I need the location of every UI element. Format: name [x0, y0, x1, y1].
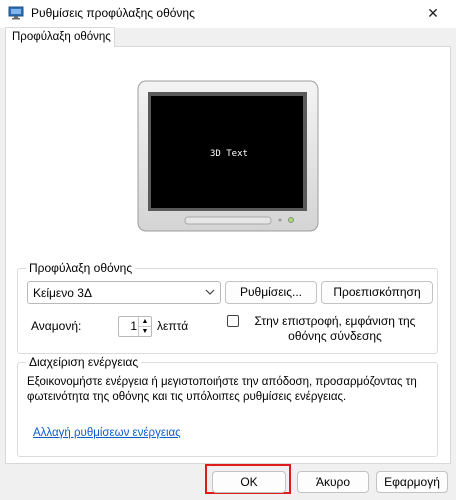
- window-title: Ρυθμίσεις προφύλαξης οθόνης: [31, 6, 195, 20]
- cancel-button-label: Άκυρο: [315, 475, 351, 489]
- saver-preview-text: 3D Text: [210, 149, 248, 159]
- screensaver-group-label: Προφύλαξη οθόνης: [29, 261, 133, 275]
- close-button[interactable]: ✕: [410, 0, 456, 28]
- tab-label: Προφύλαξη οθόνης: [12, 31, 111, 43]
- display-settings-icon: [8, 6, 24, 20]
- power-group-label: Διαχείριση ενέργειας: [29, 355, 139, 369]
- ok-button-label: OK: [240, 475, 258, 489]
- chevron-down-icon: [205, 289, 215, 295]
- change-power-settings-link[interactable]: Αλλαγή ρυθμίσεων ενέργειας: [33, 427, 181, 439]
- wait-unit-label: λεπτά: [157, 319, 189, 333]
- stepper-down-button[interactable]: ▼: [138, 326, 151, 336]
- screensaver-select-value: Κείμενο 3Δ: [33, 286, 92, 300]
- ok-button[interactable]: OK: [212, 471, 286, 493]
- power-management-group: Διαχείριση ενέργειας: [17, 355, 438, 457]
- preview-button[interactable]: Προεπισκόπηση: [321, 281, 433, 304]
- settings-button-label: Ρυθμίσεις...: [239, 285, 303, 299]
- resume-logon-checkbox[interactable]: [227, 315, 239, 327]
- wait-minutes-stepper[interactable]: 1 ▲ ▼: [118, 316, 152, 337]
- title-bar: Ρυθμίσεις προφύλαξης οθόνης ✕: [0, 0, 456, 28]
- power-description: Εξοικονομήστε ενέργεια ή μεγιστοποιήστε …: [27, 376, 417, 403]
- apply-button-label: Εφαρμογή: [384, 475, 440, 489]
- close-icon: ✕: [427, 5, 439, 21]
- resume-logon-label[interactable]: Στην επιστροφή, εμφάνιση της οθόνης σύνδ…: [240, 314, 430, 344]
- settings-button[interactable]: Ρυθμίσεις...: [225, 281, 317, 304]
- wait-label: Αναμονή:: [31, 319, 82, 333]
- apply-button[interactable]: Εφαρμογή: [376, 471, 448, 493]
- cancel-button[interactable]: Άκυρο: [297, 471, 369, 493]
- tab-screensaver[interactable]: Προφύλαξη οθόνης: [5, 27, 115, 47]
- screensaver-select[interactable]: Κείμενο 3Δ: [27, 281, 221, 304]
- wait-minutes-value: 1: [130, 319, 137, 333]
- preview-button-label: Προεπισκόπηση: [333, 285, 421, 299]
